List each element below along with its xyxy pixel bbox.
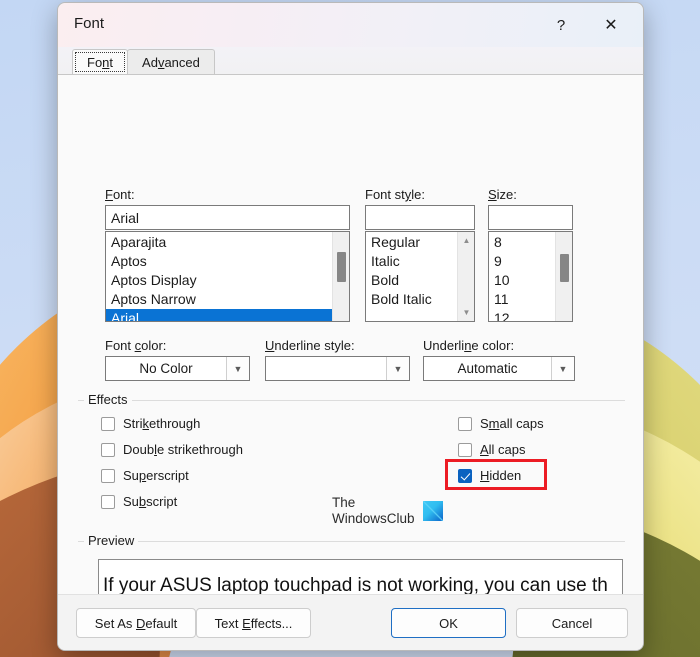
effects-group-line (78, 400, 625, 401)
cancel-label: Cancel (551, 615, 593, 631)
help-icon[interactable]: ? (539, 3, 583, 47)
underline-color-label: Underline color: (423, 338, 515, 353)
font-color-combo[interactable]: No Color ▼ (105, 356, 250, 381)
size-listbox[interactable]: 8 9 10 11 12 (488, 231, 573, 322)
checkbox-double-strikethrough[interactable]: Double strikethrough (101, 442, 243, 457)
underline-style-label: Underline style: (265, 338, 355, 353)
tab-font[interactable]: Font (72, 49, 129, 74)
list-item[interactable]: Italic (366, 252, 457, 271)
font-input-value: Arial (111, 209, 140, 226)
underline-style-combo[interactable]: ▼ (265, 356, 410, 381)
text-effects-label: Text Effects... (214, 615, 293, 631)
checkbox-box-icon[interactable] (458, 416, 472, 431)
preview-group: Preview (78, 533, 625, 548)
underline-color-value: Automatic (457, 361, 518, 376)
size-input[interactable] (488, 205, 573, 230)
list-item[interactable]: Aptos Narrow (106, 290, 332, 309)
list-item-selected[interactable]: Arial (106, 309, 332, 321)
tab-strip: Font Advanced (58, 47, 643, 74)
font-list-scrollbar[interactable] (332, 232, 349, 321)
tab-advanced-label: Advanced (142, 54, 200, 70)
font-listbox[interactable]: Aparajita Aptos Aptos Display Aptos Narr… (105, 231, 350, 322)
checkbox-label: Subscript (123, 494, 178, 509)
checkbox-box-icon[interactable] (101, 494, 115, 509)
list-item[interactable]: 11 (489, 290, 555, 309)
text-effects-button[interactable]: Text Effects... (196, 608, 311, 638)
watermark-text: The WindowsClub (332, 495, 415, 527)
font-dialog: Font ? ✕ Font Advanced Font: Arial Apara… (57, 2, 644, 651)
checkbox-box-icon[interactable] (101, 442, 115, 457)
checkbox-label: Double strikethrough (123, 442, 243, 457)
dialog-titlebar: Font ? ✕ (58, 3, 643, 47)
ok-label: OK (439, 615, 458, 631)
dialog-footer: Set As Default Text Effects... OK Cancel (58, 594, 643, 650)
checkbox-label: Hidden (480, 468, 522, 483)
list-item[interactable]: Aptos (106, 252, 332, 271)
checkbox-strikethrough[interactable]: Strikethrough (101, 416, 200, 431)
checkbox-all-caps[interactable]: All caps (458, 442, 526, 457)
font-color-label: Font color: (105, 338, 167, 353)
tab-advanced[interactable]: Advanced (127, 49, 215, 74)
checkbox-label: Strikethrough (123, 416, 201, 431)
size-label: Size: (488, 187, 517, 202)
effects-group: Effects (78, 392, 625, 407)
dialog-title: Font (74, 15, 105, 32)
cancel-button[interactable]: Cancel (516, 608, 628, 638)
effects-group-title: Effects (84, 392, 132, 407)
checkbox-label: All caps (480, 442, 526, 457)
font-style-listbox[interactable]: Regular Italic Bold Bold Italic ▲ ▼ (365, 231, 475, 322)
tab-focus-ring (75, 52, 126, 72)
list-item[interactable]: Bold (366, 271, 457, 290)
ok-button[interactable]: OK (391, 608, 506, 638)
list-item[interactable]: Bold Italic (366, 290, 457, 309)
checkbox-box-checked-icon[interactable] (458, 468, 472, 483)
chevron-down-icon[interactable]: ▼ (226, 357, 249, 380)
font-style-scrollbar[interactable]: ▲ ▼ (457, 232, 474, 321)
close-icon[interactable]: ✕ (589, 3, 633, 47)
list-item[interactable]: 10 (489, 271, 555, 290)
list-item[interactable]: 9 (489, 252, 555, 271)
watermark-logo-icon (422, 501, 443, 521)
font-style-input[interactable] (365, 205, 475, 230)
preview-group-line (78, 541, 625, 542)
checkbox-box-icon[interactable] (101, 416, 115, 431)
font-color-value: No Color (139, 361, 193, 376)
checkbox-small-caps[interactable]: Small caps (458, 416, 544, 431)
list-item[interactable]: 8 (489, 233, 555, 252)
checkbox-superscript[interactable]: Superscript (101, 468, 189, 483)
list-item[interactable]: Aparajita (106, 233, 332, 252)
dialog-body: Font: Arial Aparajita Aptos Aptos Displa… (58, 74, 643, 613)
watermark-line-2: WindowsClub (332, 511, 415, 526)
checkbox-hidden[interactable]: Hidden (458, 468, 521, 483)
underline-color-combo[interactable]: Automatic ▼ (423, 356, 575, 381)
checkbox-label: Superscript (123, 468, 189, 483)
font-label: Font: (105, 187, 135, 202)
font-style-label: Font style: (365, 187, 425, 202)
set-as-default-button[interactable]: Set As Default (76, 608, 196, 638)
scroll-up-arrow-icon[interactable]: ▲ (458, 232, 474, 249)
checkbox-box-icon[interactable] (458, 442, 472, 457)
preview-group-title: Preview (84, 533, 139, 548)
watermark: The WindowsClub (332, 495, 443, 527)
list-item[interactable]: 12 (489, 309, 555, 321)
font-list-scroll-thumb[interactable] (337, 252, 346, 282)
checkbox-label: Small caps (480, 416, 544, 431)
size-list-scroll-thumb[interactable] (560, 254, 569, 282)
chevron-down-icon[interactable]: ▼ (386, 357, 409, 380)
scroll-down-arrow-icon[interactable]: ▼ (458, 304, 474, 321)
list-item[interactable]: Regular (366, 233, 457, 252)
watermark-line-1: The (332, 495, 356, 510)
font-input[interactable]: Arial (105, 205, 350, 230)
checkbox-subscript[interactable]: Subscript (101, 494, 177, 509)
chevron-down-icon[interactable]: ▼ (551, 357, 574, 380)
size-list-scrollbar[interactable] (555, 232, 572, 321)
list-item[interactable]: Aptos Display (106, 271, 332, 290)
set-as-default-label: Set As Default (94, 615, 178, 631)
checkbox-box-icon[interactable] (101, 468, 115, 483)
